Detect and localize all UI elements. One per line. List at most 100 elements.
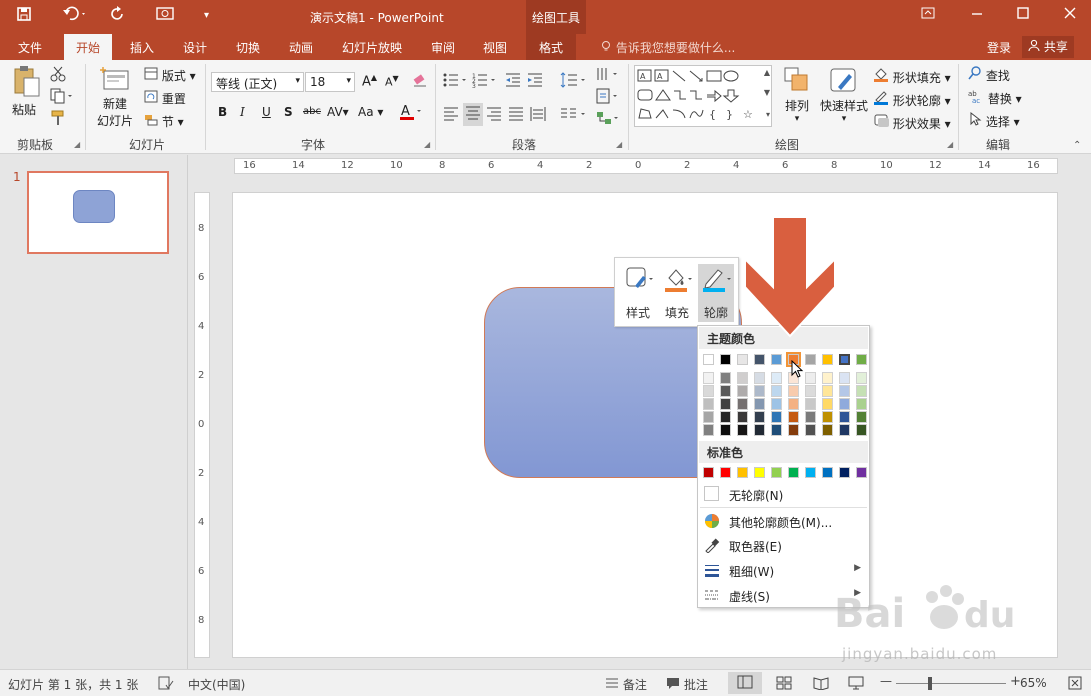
standard-color-swatch[interactable]	[703, 467, 714, 478]
no-outline-item[interactable]: 无轮廓(N)	[698, 483, 869, 505]
theme-shade-swatch[interactable]	[737, 424, 748, 436]
find-button[interactable]: 查找	[968, 66, 1010, 84]
decrease-indent-icon[interactable]	[505, 72, 521, 91]
copy-icon[interactable]	[50, 88, 74, 107]
standard-color-swatch[interactable]	[822, 467, 833, 478]
numbering-icon[interactable]: 123	[472, 72, 498, 91]
horizontal-ruler[interactable]: 16 14 12 10 8 6 4 2 0 2 4 6 8 10 12 14 16	[234, 158, 1058, 174]
theme-color-swatch[interactable]	[856, 354, 867, 365]
redo-icon[interactable]	[110, 6, 126, 26]
gallery-scroll-up-icon[interactable]: ▲	[764, 68, 770, 77]
collapse-ribbon-icon[interactable]: ⌃	[1073, 140, 1081, 151]
format-painter-icon[interactable]	[50, 110, 66, 129]
theme-shade-swatch[interactable]	[839, 398, 850, 410]
font-name-combo[interactable]: 等线 (正文) ▾	[211, 72, 304, 92]
shape-fill-button[interactable]: 形状填充 ▾	[873, 66, 951, 86]
theme-shade-swatch[interactable]	[771, 372, 782, 384]
standard-color-swatch[interactable]	[839, 467, 850, 478]
shrink-font-icon[interactable]: A▼	[385, 74, 399, 89]
layout-button[interactable]: 版式 ▾	[144, 67, 196, 84]
maximize-icon[interactable]	[1016, 6, 1030, 24]
mini-outline-button[interactable]: 轮廓	[698, 264, 734, 322]
theme-shade-swatch[interactable]	[754, 372, 765, 384]
text-direction-icon[interactable]	[596, 66, 620, 85]
theme-shade-swatch[interactable]	[754, 424, 765, 436]
quick-styles-button[interactable]: 快速样式 ▾	[818, 66, 870, 124]
align-right-icon[interactable]	[486, 106, 502, 125]
theme-color-swatch[interactable]	[720, 354, 731, 365]
theme-shade-swatch[interactable]	[805, 411, 816, 423]
standard-color-swatch[interactable]	[856, 467, 867, 478]
theme-color-swatch[interactable]	[839, 354, 850, 365]
mini-style-button[interactable]: 样式	[620, 264, 656, 322]
clear-formatting-icon[interactable]	[412, 72, 428, 91]
close-icon[interactable]	[1063, 6, 1077, 24]
theme-shade-swatch[interactable]	[856, 424, 867, 436]
theme-color-swatch[interactable]	[754, 354, 765, 365]
theme-shade-swatch[interactable]	[771, 424, 782, 436]
theme-shade-swatch[interactable]	[737, 372, 748, 384]
theme-shade-swatch[interactable]	[788, 424, 799, 436]
theme-shade-swatch[interactable]	[754, 385, 765, 397]
tab-design[interactable]: 设计	[183, 39, 207, 56]
tab-view[interactable]: 视图	[483, 39, 507, 56]
theme-shade-swatch[interactable]	[720, 372, 731, 384]
replace-button[interactable]: ab ac 替换 ▾	[968, 89, 1022, 107]
ribbon-display-icon[interactable]	[921, 6, 935, 24]
shapes-gallery[interactable]: A A { } ☆ ▲ ▼ ▾	[634, 65, 772, 127]
standard-color-swatch[interactable]	[720, 467, 731, 478]
vertical-ruler[interactable]: 8 6 4 2 0 2 4 6 8	[194, 192, 210, 658]
text-shadow-icon[interactable]: S	[284, 105, 293, 119]
tab-review[interactable]: 审阅	[431, 39, 455, 56]
theme-shade-swatch[interactable]	[720, 411, 731, 423]
slideshow-view-icon[interactable]	[848, 676, 864, 693]
smartart-icon[interactable]	[596, 110, 620, 129]
notes-button[interactable]: 备注	[605, 676, 647, 693]
theme-shade-swatch[interactable]	[839, 424, 850, 436]
shape-effects-button[interactable]: 形状效果 ▾	[873, 112, 951, 132]
gallery-scroll-down-icon[interactable]: ▼	[764, 88, 770, 97]
bold-icon[interactable]: B	[218, 105, 227, 119]
grow-font-icon[interactable]: A▲	[362, 73, 377, 89]
theme-shade-swatch[interactable]	[805, 385, 816, 397]
theme-shade-swatch[interactable]	[754, 398, 765, 410]
char-spacing-icon[interactable]: AV▾	[327, 105, 349, 119]
normal-view-icon[interactable]	[728, 672, 762, 694]
theme-shade-swatch[interactable]	[788, 411, 799, 423]
slide-sorter-icon[interactable]	[776, 676, 792, 693]
theme-shade-swatch[interactable]	[771, 411, 782, 423]
line-spacing-icon[interactable]	[560, 72, 588, 91]
increase-indent-icon[interactable]	[527, 72, 543, 91]
theme-color-swatch[interactable]	[703, 354, 714, 365]
customize-quick-access-icon[interactable]: ▾	[204, 10, 209, 21]
minimize-icon[interactable]	[970, 6, 984, 24]
arrange-button[interactable]: 排列 ▾	[780, 66, 814, 124]
theme-shade-swatch[interactable]	[771, 385, 782, 397]
font-launcher-icon[interactable]: ◢	[424, 140, 430, 149]
columns-icon[interactable]	[560, 106, 588, 125]
theme-shade-swatch[interactable]	[822, 385, 833, 397]
more-outline-colors-item[interactable]: 其他轮廓颜色(M)...	[698, 510, 869, 532]
theme-shade-swatch[interactable]	[822, 411, 833, 423]
theme-shade-swatch[interactable]	[703, 424, 714, 436]
theme-shade-swatch[interactable]	[788, 398, 799, 410]
theme-shade-swatch[interactable]	[703, 398, 714, 410]
theme-shade-swatch[interactable]	[703, 372, 714, 384]
theme-shade-swatch[interactable]	[720, 424, 731, 436]
distributed-icon[interactable]	[530, 106, 546, 125]
change-case-icon[interactable]: Aa ▾	[358, 105, 383, 119]
login-link[interactable]: 登录	[987, 39, 1011, 56]
theme-color-swatch[interactable]	[771, 354, 782, 365]
bullets-icon[interactable]	[443, 72, 469, 91]
tab-slideshow[interactable]: 幻灯片放映	[342, 39, 402, 56]
fit-to-window-icon[interactable]	[1068, 676, 1082, 693]
zoom-slider-track[interactable]	[896, 683, 1006, 684]
font-size-combo[interactable]: 18 ▾	[305, 72, 355, 92]
zoom-out-icon[interactable]: —	[880, 674, 892, 688]
spelling-check-icon[interactable]	[158, 676, 174, 693]
comments-button[interactable]: 批注	[666, 676, 708, 693]
shape-outline-button[interactable]: 形状轮廓 ▾	[873, 89, 951, 109]
strikethrough-icon[interactable]: abc	[303, 106, 321, 117]
theme-shade-swatch[interactable]	[737, 398, 748, 410]
tab-file[interactable]: 文件	[18, 39, 42, 56]
